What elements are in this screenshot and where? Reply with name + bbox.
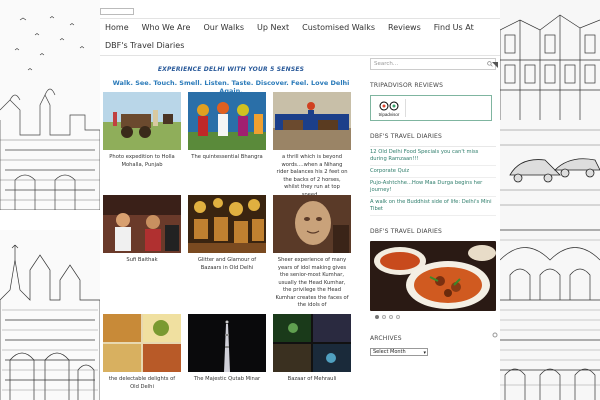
gallery-photo[interactable] xyxy=(273,314,351,372)
food-slide-image[interactable] xyxy=(370,241,496,311)
gallery-caption: the delectable delights of Old Delhi xyxy=(108,376,176,390)
gallery-item[interactable]: The Majestic Qutab Minar xyxy=(188,314,266,384)
gallery-caption: Photo expedition to Holla Mohalla, Punja… xyxy=(109,154,175,168)
top-search-box[interactable] xyxy=(100,8,134,15)
gallery-photo[interactable] xyxy=(188,92,266,150)
chevron-down-icon: ▾ xyxy=(423,350,426,356)
left-sketch-background xyxy=(0,0,100,400)
hero-tagline: EXPERIENCE DELHI WITH YOUR 5 SENSES xyxy=(157,66,305,73)
slider-dot[interactable] xyxy=(396,315,400,319)
gallery-caption: a thrill which is beyond words....when a… xyxy=(276,154,348,198)
gallery-item[interactable]: a thrill which is beyond words....when a… xyxy=(273,92,351,199)
nav-item-find-us-at[interactable]: Find Us At xyxy=(433,19,480,37)
gallery-item[interactable]: Sheer experience of many years of idol m… xyxy=(273,195,351,310)
diary-link[interactable]: Corporate Quiz xyxy=(370,166,496,178)
diaries-list: 12 Old Delhi Food Specials you can't mis… xyxy=(370,146,496,216)
diary-link[interactable]: A walk on the Buddhist side of life: Del… xyxy=(370,197,496,216)
right-sketch-background xyxy=(500,0,600,400)
tripadvisor-separator xyxy=(405,99,406,117)
nav-item-customised-walks[interactable]: Customised Walks xyxy=(301,19,381,37)
gallery-photo[interactable] xyxy=(273,195,351,253)
gallery-caption: Sufi Baithak xyxy=(126,257,158,263)
diaries-slider-title: DBF'S TRAVEL DIARIES xyxy=(370,228,443,235)
gallery-item[interactable]: Sufi Baithak xyxy=(103,195,181,265)
gallery-photo[interactable] xyxy=(103,195,181,253)
old-delhi-sketch-left xyxy=(0,0,100,400)
gallery-item[interactable]: Bazaar of Mehrauli xyxy=(273,314,351,384)
main-column: Home Who We Are Our Walks Up Next Custom… xyxy=(100,0,500,400)
gallery-item[interactable]: the delectable delights of Old Delhi xyxy=(103,314,181,391)
nav-item-travel-diaries[interactable]: DBF's Travel Diaries xyxy=(104,37,190,55)
gallery-item[interactable]: The quintessential Bhangra xyxy=(188,92,266,162)
archives-select-value: Select Month xyxy=(373,349,406,355)
gallery-photo[interactable] xyxy=(273,92,351,150)
nav-item-home[interactable]: Home xyxy=(104,19,135,37)
nav-item-reviews[interactable]: Reviews xyxy=(387,19,427,37)
archives-select[interactable]: Select Month ▾ xyxy=(370,348,428,356)
diaries-slider[interactable] xyxy=(370,241,496,311)
gallery-photo[interactable] xyxy=(188,314,266,372)
sidebar: Search... TRIPADVISOR REVIEWS tripadviso… xyxy=(370,58,496,356)
slider-dots xyxy=(370,315,496,319)
gallery-caption: The Majestic Qutab Minar xyxy=(193,376,261,382)
nav-item-who-we-are[interactable]: Who We Are xyxy=(141,19,197,37)
tripadvisor-title: TRIPADVISOR REVIEWS xyxy=(370,82,444,89)
gallery-item[interactable]: Photo expedition to Holla Mohalla, Punja… xyxy=(103,92,181,169)
gallery-caption: The quintessential Bhangra xyxy=(191,154,263,160)
tripadvisor-logo-icon[interactable]: tripadvisor xyxy=(375,100,403,118)
circle-marker-icon xyxy=(492,332,498,338)
old-delhi-sketch-right xyxy=(500,0,600,400)
gallery-caption: Bazaar of Mehrauli xyxy=(287,376,337,382)
gallery-item[interactable]: Glitter and Glamour of Bazaars in Old De… xyxy=(188,195,266,272)
search-placeholder: Search... xyxy=(374,61,399,67)
main-navigation: Home Who We Are Our Walks Up Next Custom… xyxy=(100,18,500,56)
diary-link[interactable]: 12 Old Delhi Food Specials you can't mis… xyxy=(370,147,496,166)
tripadvisor-logo-text: tripadvisor xyxy=(379,112,400,117)
diaries-title: DBF'S TRAVEL DIARIES xyxy=(370,133,443,140)
gallery-photo[interactable] xyxy=(103,92,181,150)
gallery-photo[interactable] xyxy=(188,195,266,253)
diary-link[interactable]: Pujo-Ashtchhe...How Maa Durga begins her… xyxy=(370,178,496,197)
tripadvisor-widget[interactable]: tripadvisor xyxy=(370,95,492,121)
nav-item-up-next[interactable]: Up Next xyxy=(256,19,295,37)
triangle-marker-icon xyxy=(492,62,498,68)
slider-dot[interactable] xyxy=(382,315,386,319)
content-area: EXPERIENCE DELHI WITH YOUR 5 SENSES Walk… xyxy=(100,56,362,390)
search-input[interactable]: Search... xyxy=(370,58,496,70)
slider-dot[interactable] xyxy=(375,315,379,319)
nav-item-our-walks[interactable]: Our Walks xyxy=(202,19,250,37)
gallery-photo[interactable] xyxy=(103,314,181,372)
gallery-caption: Glitter and Glamour of Bazaars in Old De… xyxy=(197,257,257,271)
slider-dot[interactable] xyxy=(389,315,393,319)
gallery-caption: Sheer experience of many years of idol m… xyxy=(275,257,349,308)
archives-title: ARCHIVES xyxy=(370,335,402,342)
